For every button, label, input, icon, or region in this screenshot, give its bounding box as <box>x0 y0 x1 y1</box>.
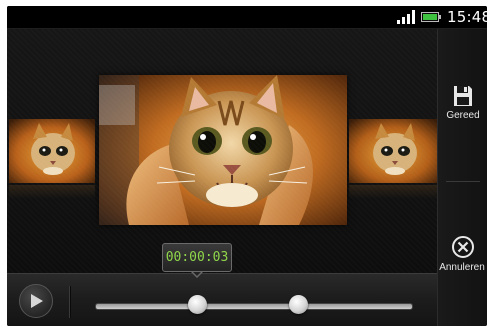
thumbnail-reflection <box>9 185 95 199</box>
video-frame-viewer <box>7 29 437 273</box>
panel-divider <box>446 181 480 182</box>
done-label: Gereed <box>446 110 480 121</box>
kitten-image <box>9 119 95 183</box>
battery-icon <box>421 12 441 22</box>
current-time-tooltip: 00:00:03 <box>162 243 232 272</box>
done-button[interactable]: Gereed <box>438 85 487 121</box>
control-divider <box>69 286 70 318</box>
kitten-image <box>99 75 347 225</box>
signal-bars-icon <box>397 10 415 24</box>
device-screen: 15:48 Gereed Annuleren 00:00:03 <box>7 6 487 326</box>
kitten-image <box>349 119 437 183</box>
trim-track[interactable] <box>95 303 413 310</box>
next-frame-thumbnail[interactable] <box>349 119 437 183</box>
trim-end-handle[interactable] <box>289 295 308 314</box>
close-circle-icon <box>452 236 474 258</box>
thumbnail-reflection <box>349 185 437 199</box>
status-clock: 15:48 <box>447 8 487 26</box>
cancel-label: Annuleren <box>439 262 485 273</box>
floppy-disk-icon <box>454 86 472 106</box>
action-panel: Gereed Annuleren <box>437 29 487 326</box>
trim-start-handle[interactable] <box>188 295 207 314</box>
cancel-button[interactable]: Annuleren <box>438 235 487 273</box>
status-bar: 15:48 <box>7 6 487 29</box>
current-frame[interactable] <box>99 75 347 225</box>
previous-frame-thumbnail[interactable] <box>9 119 95 183</box>
playback-control-bar <box>7 273 437 326</box>
play-button[interactable] <box>19 284 53 318</box>
play-icon <box>31 294 43 308</box>
